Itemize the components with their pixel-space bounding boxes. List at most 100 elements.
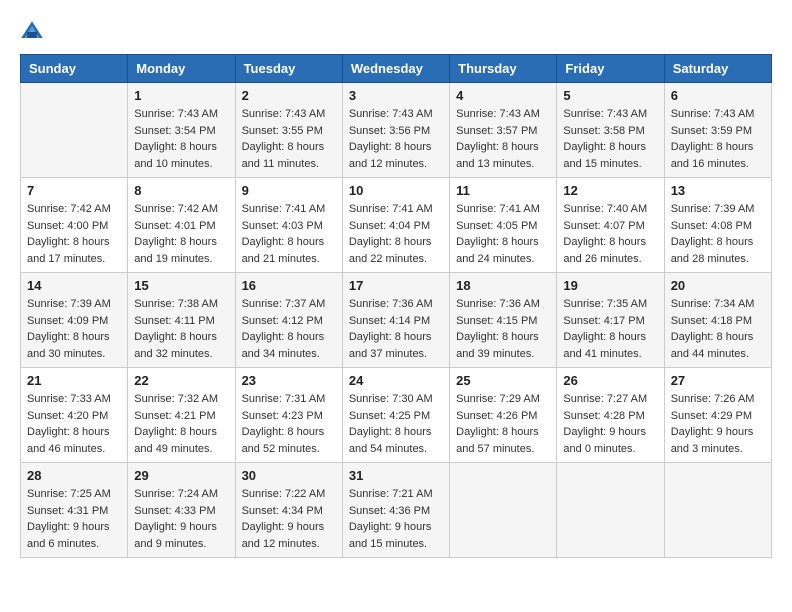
calendar-week-row: 14Sunrise: 7:39 AMSunset: 4:09 PMDayligh… bbox=[21, 273, 772, 368]
cell-sun-info: Sunrise: 7:36 AMSunset: 4:15 PMDaylight:… bbox=[456, 296, 550, 362]
calendar-cell bbox=[450, 463, 557, 558]
day-number: 27 bbox=[671, 373, 765, 388]
calendar-cell: 18 Sunrise: 7:36 AMSunset: 4:15 PMDayligh… bbox=[450, 273, 557, 368]
calendar-week-row: 21Sunrise: 7:33 AMSunset: 4:20 PMDayligh… bbox=[21, 368, 772, 463]
calendar-cell: 15 Sunrise: 7:38 AMSunset: 4:11 PMDayligh… bbox=[128, 273, 235, 368]
calendar-cell bbox=[21, 83, 128, 178]
weekday-header-monday: Monday bbox=[128, 55, 235, 83]
day-number: 6 bbox=[671, 88, 765, 103]
cell-sun-info: Sunrise: 7:41 AMSunset: 4:03 PMDaylight:… bbox=[242, 201, 336, 267]
day-number: 28 bbox=[27, 468, 121, 483]
calendar-cell: 6 Sunrise: 7:43 AMSunset: 3:59 PMDaylight… bbox=[664, 83, 771, 178]
weekday-header-friday: Friday bbox=[557, 55, 664, 83]
weekday-header-sunday: Sunday bbox=[21, 55, 128, 83]
day-number: 19 bbox=[563, 278, 657, 293]
day-number: 11 bbox=[456, 183, 550, 198]
day-number: 5 bbox=[563, 88, 657, 103]
calendar-cell: 23Sunrise: 7:31 AMSunset: 4:23 PMDayligh… bbox=[235, 368, 342, 463]
calendar-cell: 1Sunrise: 7:43 AMSunset: 3:54 PMDaylight… bbox=[128, 83, 235, 178]
calendar-cell: 9 Sunrise: 7:41 AMSunset: 4:03 PMDaylight… bbox=[235, 178, 342, 273]
calendar-cell: 11 Sunrise: 7:41 AMSunset: 4:05 PMDayligh… bbox=[450, 178, 557, 273]
calendar-week-row: 7 Sunrise: 7:42 AMSunset: 4:00 PMDaylight… bbox=[21, 178, 772, 273]
calendar-cell: 20 Sunrise: 7:34 AMSunset: 4:18 PMDayligh… bbox=[664, 273, 771, 368]
calendar-cell: 26 Sunrise: 7:27 AMSunset: 4:28 PMDayligh… bbox=[557, 368, 664, 463]
calendar-cell: 2 Sunrise: 7:43 AMSunset: 3:55 PMDaylight… bbox=[235, 83, 342, 178]
day-number: 3 bbox=[349, 88, 443, 103]
day-number: 2 bbox=[242, 88, 336, 103]
calendar-week-row: 28 Sunrise: 7:25 AMSunset: 4:31 PMDayligh… bbox=[21, 463, 772, 558]
cell-sun-info: Sunrise: 7:38 AMSunset: 4:11 PMDaylight:… bbox=[134, 296, 228, 362]
day-number: 24 bbox=[349, 373, 443, 388]
day-number: 7 bbox=[27, 183, 121, 198]
day-number: 4 bbox=[456, 88, 550, 103]
day-number: 15 bbox=[134, 278, 228, 293]
calendar-cell: 28 Sunrise: 7:25 AMSunset: 4:31 PMDayligh… bbox=[21, 463, 128, 558]
weekday-header-row: SundayMondayTuesdayWednesdayThursdayFrid… bbox=[21, 55, 772, 83]
day-number: 23 bbox=[242, 373, 336, 388]
weekday-header-tuesday: Tuesday bbox=[235, 55, 342, 83]
calendar-cell: 19Sunrise: 7:35 AMSunset: 4:17 PMDayligh… bbox=[557, 273, 664, 368]
calendar-cell: 27 Sunrise: 7:26 AMSunset: 4:29 PMDayligh… bbox=[664, 368, 771, 463]
day-number: 30 bbox=[242, 468, 336, 483]
day-number: 13 bbox=[671, 183, 765, 198]
day-number: 9 bbox=[242, 183, 336, 198]
page-header bbox=[20, 20, 772, 44]
calendar-cell: 3 Sunrise: 7:43 AMSunset: 3:56 PMDaylight… bbox=[342, 83, 449, 178]
cell-sun-info: Sunrise: 7:40 AMSunset: 4:07 PMDaylight:… bbox=[563, 201, 657, 267]
day-number: 29 bbox=[134, 468, 228, 483]
day-number: 20 bbox=[671, 278, 765, 293]
cell-sun-info: Sunrise: 7:36 AMSunset: 4:14 PMDaylight:… bbox=[349, 296, 443, 362]
calendar-cell: 5 Sunrise: 7:43 AMSunset: 3:58 PMDaylight… bbox=[557, 83, 664, 178]
cell-sun-info: Sunrise: 7:29 AMSunset: 4:26 PMDaylight:… bbox=[456, 391, 550, 457]
calendar-cell bbox=[557, 463, 664, 558]
calendar-cell: 13 Sunrise: 7:39 AMSunset: 4:08 PMDayligh… bbox=[664, 178, 771, 273]
cell-sun-info: Sunrise: 7:39 AMSunset: 4:08 PMDaylight:… bbox=[671, 201, 765, 267]
calendar-cell: 7 Sunrise: 7:42 AMSunset: 4:00 PMDaylight… bbox=[21, 178, 128, 273]
calendar-cell: 17 Sunrise: 7:36 AMSunset: 4:14 PMDayligh… bbox=[342, 273, 449, 368]
calendar-cell: 25 Sunrise: 7:29 AMSunset: 4:26 PMDayligh… bbox=[450, 368, 557, 463]
day-number: 26 bbox=[563, 373, 657, 388]
weekday-header-thursday: Thursday bbox=[450, 55, 557, 83]
calendar-table: SundayMondayTuesdayWednesdayThursdayFrid… bbox=[20, 54, 772, 558]
cell-sun-info: Sunrise: 7:26 AMSunset: 4:29 PMDaylight:… bbox=[671, 391, 765, 457]
cell-sun-info: Sunrise: 7:43 AMSunset: 3:55 PMDaylight:… bbox=[242, 106, 336, 172]
weekday-header-wednesday: Wednesday bbox=[342, 55, 449, 83]
cell-sun-info: Sunrise: 7:43 AMSunset: 3:59 PMDaylight:… bbox=[671, 106, 765, 172]
cell-sun-info: Sunrise: 7:43 AMSunset: 3:56 PMDaylight:… bbox=[349, 106, 443, 172]
calendar-cell: 4 Sunrise: 7:43 AMSunset: 3:57 PMDaylight… bbox=[450, 83, 557, 178]
day-number: 17 bbox=[349, 278, 443, 293]
calendar-cell: 29 Sunrise: 7:24 AMSunset: 4:33 PMDayligh… bbox=[128, 463, 235, 558]
cell-sun-info: Sunrise: 7:33 AMSunset: 4:20 PMDaylight:… bbox=[27, 391, 121, 457]
cell-sun-info: Sunrise: 7:32 AMSunset: 4:21 PMDaylight:… bbox=[134, 391, 228, 457]
cell-sun-info: Sunrise: 7:30 AMSunset: 4:25 PMDaylight:… bbox=[349, 391, 443, 457]
cell-sun-info: Sunrise: 7:41 AMSunset: 4:05 PMDaylight:… bbox=[456, 201, 550, 267]
calendar-cell bbox=[664, 463, 771, 558]
cell-sun-info: Sunrise: 7:43 AMSunset: 3:58 PMDaylight:… bbox=[563, 106, 657, 172]
cell-sun-info: Sunrise: 7:21 AMSunset: 4:36 PMDaylight:… bbox=[349, 486, 443, 552]
cell-sun-info: Sunrise: 7:43 AMSunset: 3:57 PMDaylight:… bbox=[456, 106, 550, 172]
day-number: 18 bbox=[456, 278, 550, 293]
cell-sun-info: Sunrise: 7:27 AMSunset: 4:28 PMDaylight:… bbox=[563, 391, 657, 457]
weekday-header-saturday: Saturday bbox=[664, 55, 771, 83]
calendar-cell: 22 Sunrise: 7:32 AMSunset: 4:21 PMDayligh… bbox=[128, 368, 235, 463]
day-number: 10 bbox=[349, 183, 443, 198]
day-number: 8 bbox=[134, 183, 228, 198]
calendar-cell: 30 Sunrise: 7:22 AMSunset: 4:34 PMDayligh… bbox=[235, 463, 342, 558]
cell-sun-info: Sunrise: 7:42 AMSunset: 4:01 PMDaylight:… bbox=[134, 201, 228, 267]
day-number: 22 bbox=[134, 373, 228, 388]
day-number: 1 bbox=[134, 88, 228, 103]
logo bbox=[20, 20, 48, 44]
calendar-cell: 24 Sunrise: 7:30 AMSunset: 4:25 PMDayligh… bbox=[342, 368, 449, 463]
day-number: 25 bbox=[456, 373, 550, 388]
cell-sun-info: Sunrise: 7:24 AMSunset: 4:33 PMDaylight:… bbox=[134, 486, 228, 552]
cell-sun-info: Sunrise: 7:34 AMSunset: 4:18 PMDaylight:… bbox=[671, 296, 765, 362]
day-number: 31 bbox=[349, 468, 443, 483]
calendar-cell: 10 Sunrise: 7:41 AMSunset: 4:04 PMDayligh… bbox=[342, 178, 449, 273]
cell-sun-info: Sunrise: 7:22 AMSunset: 4:34 PMDaylight:… bbox=[242, 486, 336, 552]
day-number: 12 bbox=[563, 183, 657, 198]
cell-sun-info: Sunrise: 7:42 AMSunset: 4:00 PMDaylight:… bbox=[27, 201, 121, 267]
cell-sun-info: Sunrise: 7:25 AMSunset: 4:31 PMDaylight:… bbox=[27, 486, 121, 552]
calendar-cell: 16Sunrise: 7:37 AMSunset: 4:12 PMDayligh… bbox=[235, 273, 342, 368]
cell-sun-info: Sunrise: 7:37 AMSunset: 4:12 PMDaylight:… bbox=[242, 296, 336, 362]
cell-sun-info: Sunrise: 7:41 AMSunset: 4:04 PMDaylight:… bbox=[349, 201, 443, 267]
